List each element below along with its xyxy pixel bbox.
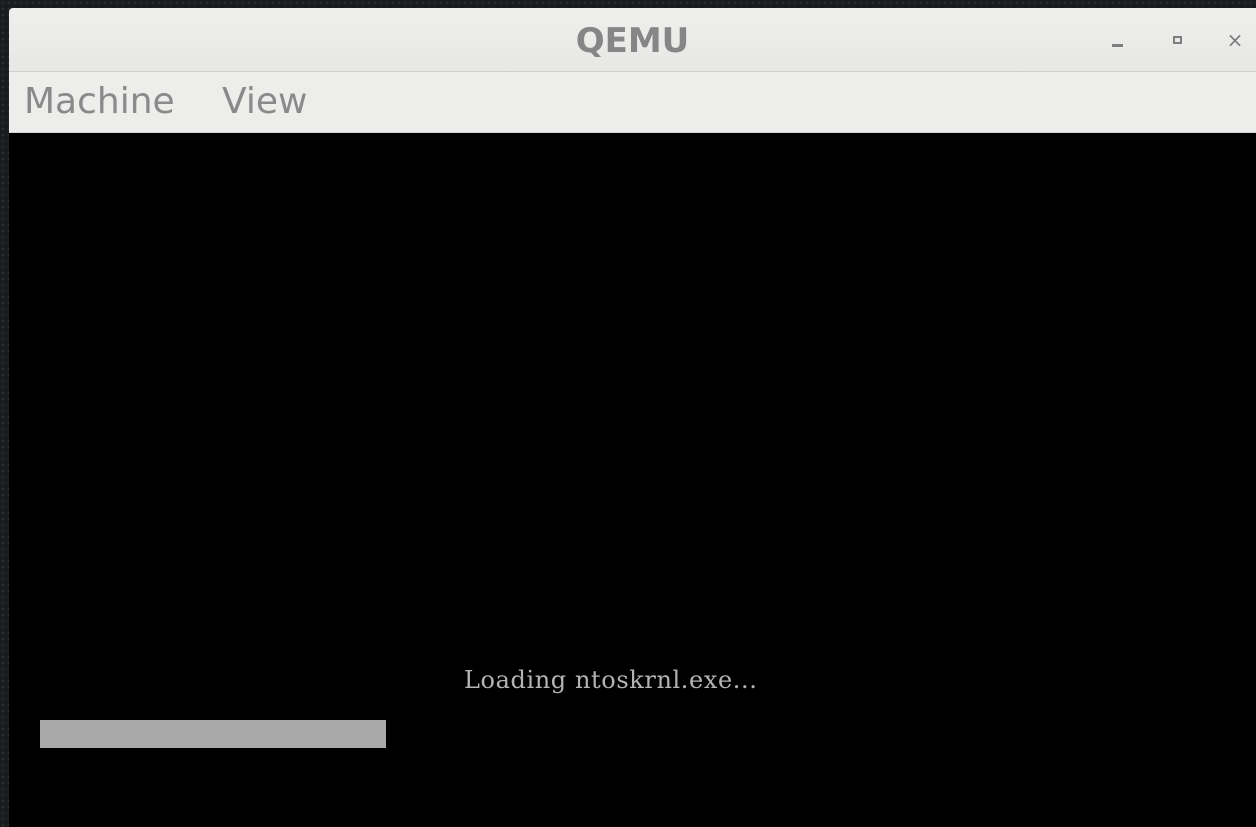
menu-bar: Machine View — [9, 72, 1256, 133]
menu-machine[interactable]: Machine — [24, 82, 175, 122]
window-title: QEMU — [575, 21, 690, 61]
maximize-icon — [1172, 36, 1182, 44]
minimize-button[interactable] — [1105, 28, 1129, 52]
vm-display[interactable]: Loading ntoskrnl.exe... — [9, 133, 1256, 827]
title-bar[interactable]: QEMU × — [9, 8, 1256, 72]
minimize-icon — [1111, 43, 1123, 47]
boot-progress-bar — [40, 720, 1226, 748]
maximize-button[interactable] — [1165, 28, 1189, 52]
close-icon: × — [1226, 28, 1244, 52]
qemu-window: QEMU × Machine View Loading ntoskrnl.exe… — [9, 8, 1256, 827]
close-button[interactable]: × — [1223, 28, 1247, 52]
loading-status-text: Loading ntoskrnl.exe... — [464, 666, 758, 694]
menu-view[interactable]: View — [222, 82, 307, 122]
boot-progress-fill — [40, 720, 387, 748]
